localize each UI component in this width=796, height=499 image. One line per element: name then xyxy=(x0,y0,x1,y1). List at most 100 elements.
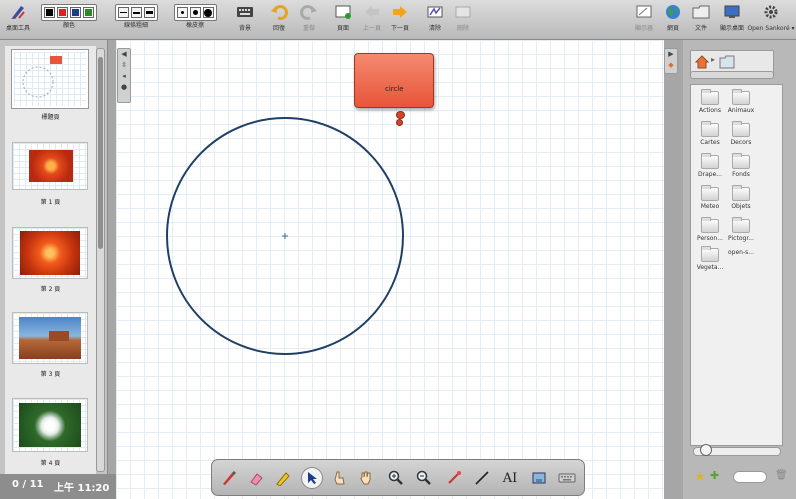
folder-actions[interactable]: Actions xyxy=(694,89,726,114)
folder-icon xyxy=(701,246,719,262)
folder-icon xyxy=(732,185,750,201)
page-label: 頁面 xyxy=(336,25,349,32)
page-3-thumbnail[interactable] xyxy=(12,312,88,364)
collapse-left-icon: ◀ xyxy=(121,50,127,58)
open-sankore-label: Open Sankoré ▾ xyxy=(747,25,795,32)
new-page-button[interactable]: 頁面 xyxy=(330,0,356,40)
desktop-tools-button[interactable]: 桌面工具 xyxy=(2,0,34,40)
show-desktop-button[interactable]: 顯示桌面 xyxy=(714,0,750,40)
page-4-thumbnail[interactable] xyxy=(12,398,88,452)
colors-label: 顏色 xyxy=(62,22,75,29)
library-folder-icon[interactable] xyxy=(719,55,735,69)
previous-page-button[interactable]: 上一頁 xyxy=(358,0,386,40)
eraser-large-option[interactable] xyxy=(202,7,214,18)
line-width-options xyxy=(114,4,158,21)
zoom-in-tool-button[interactable] xyxy=(385,467,407,489)
folder-personnages[interactable]: Person... xyxy=(694,217,726,242)
line-tool-button[interactable] xyxy=(471,467,493,489)
library-panel: ▸ Actions Animaux Cartes Decors Drape...… xyxy=(683,40,796,499)
page-2-thumbnail[interactable] xyxy=(12,227,88,279)
documents-button[interactable]: 文件 xyxy=(688,0,714,40)
virtual-keyboard-tool-button[interactable] xyxy=(556,467,578,489)
cursor-arrow-icon xyxy=(308,472,317,484)
pen-tool-button[interactable] xyxy=(218,467,240,489)
folder-animaux[interactable]: Animaux xyxy=(725,89,757,114)
folder-icon xyxy=(732,121,750,137)
line-icon xyxy=(475,471,489,485)
select-tool-button[interactable] xyxy=(301,467,323,489)
clear-button[interactable]: 清除 xyxy=(422,0,448,40)
eraser-icon xyxy=(250,473,263,486)
thumbnail-scroll-handle[interactable] xyxy=(98,57,103,249)
left-side-toggle[interactable]: ◀ ⇳ ◂ ● xyxy=(117,48,131,103)
hand-tool-button[interactable] xyxy=(355,467,377,489)
whiteboard-canvas[interactable]: circle ◀ ⇳ ◂ ● ▶ ◆ xyxy=(116,40,678,499)
zoom-out-tool-button[interactable] xyxy=(413,467,435,489)
color-blue-swatch[interactable] xyxy=(70,7,81,18)
color-green-swatch[interactable] xyxy=(83,7,94,18)
eraser-small-option[interactable] xyxy=(176,7,188,18)
folder-decors[interactable]: Decors xyxy=(725,121,757,146)
library-folder-grid: Actions Animaux Cartes Decors Drape... F… xyxy=(690,84,783,446)
color-red-swatch[interactable] xyxy=(57,7,68,18)
eraser-tool-button[interactable] xyxy=(245,467,267,489)
next-page-button[interactable]: 下一頁 xyxy=(386,0,414,40)
circle-callout-note[interactable]: circle xyxy=(354,53,434,108)
web-button[interactable]: 網頁 xyxy=(660,0,686,40)
folder-drapeaux[interactable]: Drape... xyxy=(694,153,726,178)
display-button[interactable]: 顯示器 xyxy=(628,0,660,40)
title-page-thumbnail[interactable] xyxy=(12,50,88,108)
previous-page-label: 上一頁 xyxy=(362,25,381,32)
text-tool-button[interactable]: AI xyxy=(499,467,521,489)
eraser-size-group: 橡皮擦 xyxy=(170,0,220,40)
new-page-icon xyxy=(334,0,352,24)
erase-button[interactable]: 刪除 xyxy=(450,0,476,40)
redo-button[interactable]: 重做 xyxy=(296,0,322,40)
folder-open-sankore[interactable]: open-s... xyxy=(725,247,757,256)
next-page-label: 下一頁 xyxy=(390,25,409,32)
trash-icon[interactable]: 🗑 xyxy=(775,470,788,481)
arrow-right-icon xyxy=(391,0,409,24)
folder-fonds[interactable]: Fonds xyxy=(725,153,757,178)
undo-button[interactable]: 回復 xyxy=(266,0,292,40)
zoom-out-icon xyxy=(416,470,431,485)
favorite-star-icon[interactable]: ★ xyxy=(695,470,705,483)
folder-objets[interactable]: Objets xyxy=(725,185,757,210)
folder-pictogrammes[interactable]: Pictogr... xyxy=(725,217,757,242)
red-flower-image xyxy=(29,150,73,182)
line-medium-option[interactable] xyxy=(130,7,142,18)
folder-cartes[interactable]: Cartes xyxy=(694,121,726,146)
color-black-swatch[interactable] xyxy=(44,7,55,18)
callout-bubble-small xyxy=(396,119,403,126)
page-1-thumbnail[interactable] xyxy=(12,142,88,190)
library-horizontal-scrollbar[interactable] xyxy=(690,71,774,79)
eraser-medium-option[interactable] xyxy=(189,7,201,18)
zoom-in-icon xyxy=(388,470,403,485)
line-thick-option[interactable] xyxy=(143,7,155,18)
open-sankore-menu[interactable]: Open Sankoré ▾ xyxy=(747,0,795,40)
callout-text: circle xyxy=(385,85,404,93)
highlighter-tool-button[interactable] xyxy=(272,467,294,489)
text-tool-icon: AI xyxy=(502,470,518,486)
right-side-toggle[interactable]: ▶ ◆ xyxy=(664,48,678,74)
library-search-field[interactable] xyxy=(733,471,767,483)
left-divider-icon: ◂ xyxy=(122,72,126,80)
circle-center-marker xyxy=(282,233,288,239)
library-zoom-handle[interactable] xyxy=(700,444,712,456)
desktop-monitor-icon xyxy=(723,0,741,24)
home-icon[interactable] xyxy=(694,54,710,70)
line-thin-option[interactable] xyxy=(117,7,129,18)
page-3-label: 第 3 頁 xyxy=(40,371,61,378)
clear-board-icon xyxy=(426,0,444,24)
capture-tool-button[interactable] xyxy=(528,467,550,489)
interact-tool-button[interactable] xyxy=(328,467,350,489)
add-folder-icon[interactable]: ✚ xyxy=(710,469,719,482)
stamp-icon: ● xyxy=(120,83,128,91)
highlighter-icon xyxy=(276,472,290,486)
background-button[interactable]: 背景 xyxy=(232,0,258,40)
folder-meteo[interactable]: Meteo xyxy=(694,185,726,210)
folder-vegetaux[interactable]: Vegeta... xyxy=(694,246,726,271)
web-label: 網頁 xyxy=(666,25,679,32)
thumbnail-scrollbar[interactable] xyxy=(96,48,105,472)
laser-pointer-tool-button[interactable] xyxy=(443,467,465,489)
